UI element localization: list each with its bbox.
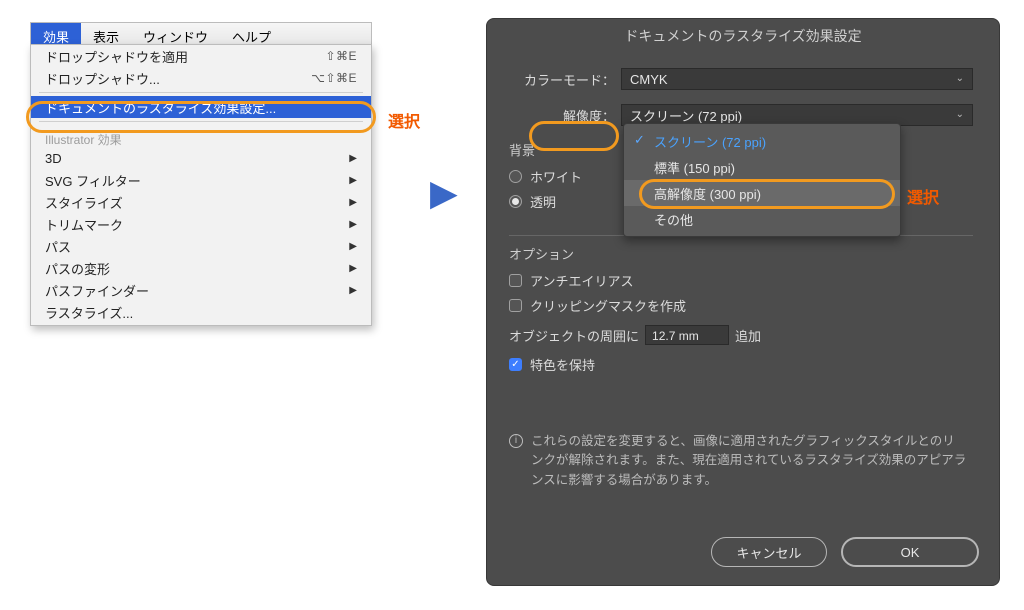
menu-item-shortcut: ⇧⌘E (325, 49, 357, 63)
checkbox-icon (509, 299, 522, 312)
color-mode-label: カラーモード： (509, 70, 615, 89)
padding-prefix: オブジェクトの周囲に (509, 326, 639, 345)
menu-item-rasterize[interactable]: ラスタライズ... (31, 301, 371, 323)
preserve-spot-label: 特色を保持 (530, 355, 595, 374)
menu-item-drop-shadow[interactable]: ドロップシャドウ... ⌥⇧⌘E (31, 67, 371, 89)
menu-separator (39, 92, 363, 93)
submenu-arrow-icon: ▶ (349, 153, 357, 164)
menu-item-label: パス (45, 237, 343, 256)
annotation-label-left: 選択 (388, 108, 420, 132)
antialias-row[interactable]: アンチエイリアス (509, 271, 973, 290)
resolution-option-300[interactable]: 高解像度 (300 ppi) (624, 180, 900, 206)
dialog-title: ドキュメントのラスタライズ効果設定 (487, 19, 999, 52)
submenu-arrow-icon: ▶ (349, 241, 357, 252)
background-transparent-label: 透明 (530, 192, 556, 211)
resolution-option-label: 高解像度 (300 ppi) (654, 184, 761, 203)
submenu-arrow-icon: ▶ (349, 219, 357, 230)
dialog-panel: カラーモード： CMYK ⌄ 解像度： スクリーン (72 ppi) ⌄ 背景 … (487, 52, 999, 490)
resolution-option-label: 標準 (150 ppi) (654, 158, 735, 177)
menu-item-label: 3D (45, 151, 343, 166)
effect-menu-dropdown: ドロップシャドウを適用 ⇧⌘E ドロップシャドウ... ⌥⇧⌘E ドキュメントの… (30, 44, 372, 326)
submenu-arrow-icon: ▶ (349, 197, 357, 208)
menu-item-label: ドロップシャドウを適用 (45, 47, 325, 66)
menu-separator (39, 121, 363, 122)
menu-item-label: パスファインダー (45, 281, 343, 300)
antialias-label: アンチエイリアス (530, 271, 633, 290)
menu-section-header: Illustrator 効果 (31, 125, 371, 147)
padding-row: オブジェクトの周囲に 12.7 mm 追加 (509, 325, 973, 345)
color-mode-select[interactable]: CMYK ⌄ (621, 68, 973, 90)
resolution-label: 解像度： (509, 106, 615, 125)
menu-item-path[interactable]: パス ▶ (31, 235, 371, 257)
background-white-label: ホワイト (530, 167, 582, 186)
menu-item-pathfinder[interactable]: パスファインダー ▶ (31, 279, 371, 301)
padding-suffix: 追加 (735, 326, 761, 345)
menu-item-shortcut: ⌥⇧⌘E (311, 71, 357, 85)
resolution-option-label: その他 (654, 210, 693, 229)
resolution-option-label: スクリーン (72 ppi) (654, 132, 766, 151)
cancel-button[interactable]: キャンセル (711, 537, 827, 567)
resolution-value: スクリーン (72 ppi) (630, 106, 742, 125)
flow-arrow-icon: ▶ (430, 172, 458, 214)
menu-item-label: トリムマーク (45, 215, 343, 234)
check-icon: ✓ (634, 132, 645, 148)
raster-settings-dialog: ドキュメントのラスタライズ効果設定 カラーモード： CMYK ⌄ 解像度： スク… (486, 18, 1000, 586)
info-text: これらの設定を変更すると、画像に適用されたグラフィックスタイルとのリンクが解除さ… (531, 432, 967, 490)
padding-input[interactable]: 12.7 mm (645, 325, 729, 345)
color-mode-value: CMYK (630, 72, 668, 87)
clipmask-row[interactable]: クリッピングマスクを作成 (509, 296, 973, 315)
resolution-option-other[interactable]: その他 (624, 206, 900, 232)
menu-item-label: パスの変形 (45, 259, 343, 278)
color-mode-row: カラーモード： CMYK ⌄ (509, 68, 973, 90)
menu-item-label: ラスタライズ... (45, 303, 357, 322)
resolution-option-150[interactable]: 標準 (150 ppi) (624, 154, 900, 180)
info-icon: i (509, 434, 523, 448)
menu-item-svg-filter[interactable]: SVG フィルター ▶ (31, 169, 371, 191)
menu-item-label: スタイライズ (45, 193, 343, 212)
submenu-arrow-icon: ▶ (349, 263, 357, 274)
annotation-label-right: 選択 (907, 184, 939, 208)
menu-section-label: Illustrator 効果 (45, 131, 357, 148)
preserve-spot-row[interactable]: 特色を保持 (509, 355, 973, 374)
menu-item-apply-drop-shadow[interactable]: ドロップシャドウを適用 ⇧⌘E (31, 45, 371, 67)
chevron-down-icon: ⌄ (956, 109, 964, 120)
menu-item-raster-settings[interactable]: ドキュメントのラスタライズ効果設定... (31, 96, 371, 118)
radio-icon (509, 170, 522, 183)
menu-item-label: ドロップシャドウ... (45, 69, 311, 88)
submenu-arrow-icon: ▶ (349, 285, 357, 296)
clipmask-label: クリッピングマスクを作成 (530, 296, 686, 315)
menu-item-trim-marks[interactable]: トリムマーク ▶ (31, 213, 371, 235)
submenu-arrow-icon: ▶ (349, 175, 357, 186)
menu-item-3d[interactable]: 3D ▶ (31, 147, 371, 169)
chevron-down-icon: ⌄ (956, 73, 964, 84)
menu-item-stylize[interactable]: スタイライズ ▶ (31, 191, 371, 213)
menu-item-label: SVG フィルター (45, 171, 343, 190)
menu-item-label: ドキュメントのラスタライズ効果設定... (45, 98, 357, 117)
resolution-option-72[interactable]: ✓ スクリーン (72 ppi) (624, 128, 900, 154)
radio-icon (509, 195, 522, 208)
ok-button[interactable]: OK (841, 537, 979, 567)
info-row: i これらの設定を変更すると、画像に適用されたグラフィックスタイルとのリンクが解… (509, 432, 973, 490)
resolution-dropdown-list: ✓ スクリーン (72 ppi) 標準 (150 ppi) 高解像度 (300 … (623, 123, 901, 237)
checkbox-icon (509, 274, 522, 287)
options-section-title: オプション (509, 244, 973, 263)
menu-item-path-deform[interactable]: パスの変形 ▶ (31, 257, 371, 279)
dialog-button-row: キャンセル OK (711, 537, 979, 567)
checkbox-icon (509, 358, 522, 371)
